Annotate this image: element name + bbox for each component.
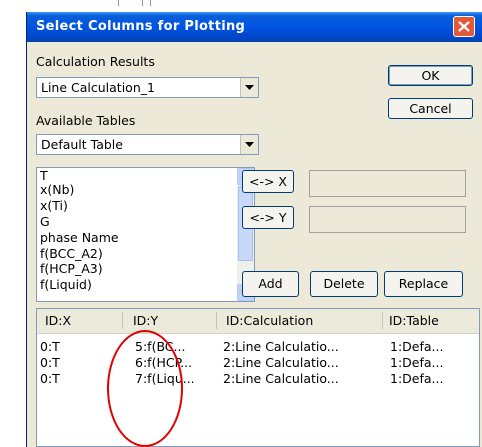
title-bar[interactable]: Select Columns for Plotting	[27, 12, 482, 42]
calculation-results-label: Calculation Results	[36, 54, 155, 69]
background-tick	[118, 0, 119, 6]
list-item[interactable]: x(Nb)	[40, 183, 74, 197]
list-item[interactable]: G	[40, 215, 50, 229]
calculation-results-dropdown[interactable]: Line Calculation_1	[36, 77, 259, 98]
column-header[interactable]: ID:Y	[133, 313, 158, 328]
column-divider[interactable]	[216, 312, 217, 329]
red-annotation-circle	[107, 330, 183, 447]
list-item[interactable]: x(Ti)	[40, 199, 68, 213]
table-cell[interactable]: 1:Defa...	[390, 371, 443, 386]
list-item[interactable]: f(Liquid)	[40, 278, 92, 292]
list-item[interactable]: T	[40, 169, 48, 183]
close-icon	[458, 21, 470, 32]
table-cell[interactable]: 0:T	[40, 371, 60, 386]
table-cell[interactable]: 2:Line Calculatio...	[223, 371, 339, 386]
list-item[interactable]: f(HCP_A3)	[40, 262, 103, 276]
background-tick	[142, 0, 143, 6]
available-tables-dropdown[interactable]: Default Table	[36, 134, 259, 155]
select-columns-dialog: Select Columns for Plotting Calculation …	[26, 12, 482, 447]
chevron-down-icon	[245, 142, 254, 147]
background-strip	[0, 0, 482, 12]
column-header[interactable]: ID:Calculation	[226, 313, 313, 328]
ok-button[interactable]: OK	[388, 65, 473, 86]
column-header[interactable]: ID:Table	[389, 313, 439, 328]
available-tables-label: Available Tables	[36, 113, 136, 128]
delete-button[interactable]: Delete	[310, 271, 378, 297]
selected-columns-table[interactable]: ID:X ID:Y ID:Calculation ID:Table 0:T 5:…	[36, 308, 480, 447]
set-y-button[interactable]: <-> Y	[242, 206, 294, 229]
background-tick	[150, 0, 151, 6]
column-divider[interactable]	[382, 312, 383, 329]
add-button[interactable]: Add	[242, 271, 299, 297]
list-item[interactable]: f(BCC_A2)	[40, 247, 103, 261]
table-cell[interactable]: 2:Line Calculatio...	[223, 355, 339, 370]
calculation-results-value: Line Calculation_1	[41, 80, 155, 95]
table-cell[interactable]: 1:Defa...	[390, 355, 443, 370]
replace-button[interactable]: Replace	[384, 271, 463, 297]
cancel-button[interactable]: Cancel	[388, 98, 473, 119]
dropdown-button[interactable]	[240, 78, 258, 97]
x-column-field	[309, 170, 466, 197]
table-header: ID:X ID:Y ID:Calculation ID:Table	[37, 309, 479, 334]
table-cell[interactable]: 2:Line Calculatio...	[223, 339, 339, 354]
dialog-title: Select Columns for Plotting	[36, 19, 246, 34]
column-header[interactable]: ID:X	[45, 313, 71, 328]
column-divider[interactable]	[122, 312, 123, 329]
y-column-field	[309, 206, 466, 233]
table-cell[interactable]: 0:T	[40, 339, 60, 354]
set-x-button[interactable]: <-> X	[242, 170, 294, 193]
chevron-down-icon	[245, 85, 254, 90]
dropdown-button[interactable]	[240, 135, 258, 154]
available-tables-value: Default Table	[41, 137, 123, 152]
close-button[interactable]	[453, 16, 475, 37]
list-item[interactable]: phase Name	[40, 231, 119, 245]
table-cell[interactable]: 1:Defa...	[390, 339, 443, 354]
available-columns-list[interactable]: T x(Nb) x(Ti) G phase Name f(BCC_A2) f(H…	[36, 167, 255, 302]
table-cell[interactable]: 0:T	[40, 355, 60, 370]
